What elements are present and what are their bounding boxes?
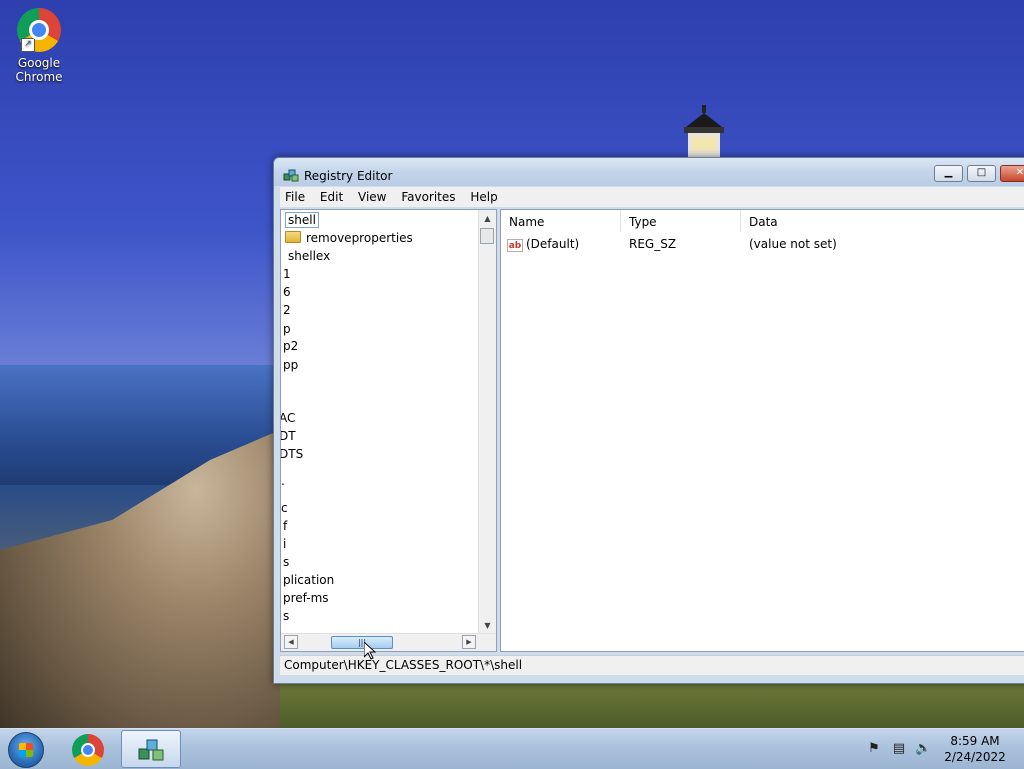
desktop-icon-label-line1: Google (17, 56, 61, 70)
tree-horizontal-scrollbar[interactable]: ◀ ||| ▶ (281, 633, 496, 651)
tree-item-shell[interactable]: shell (285, 211, 319, 229)
taskbar-chrome-icon[interactable] (72, 734, 104, 766)
tree-item[interactable]: p2 (283, 337, 298, 355)
tree-item[interactable]: 6 (283, 283, 291, 301)
menu-favorites[interactable]: Favorites (396, 187, 461, 204)
value-data: (value not set) (749, 237, 837, 251)
tree-item[interactable]: s (283, 607, 289, 625)
tree-item[interactable]: pref-ms (283, 589, 329, 607)
registry-values-pane[interactable]: Name Type Data ab (Default) REG_SZ (value… (500, 209, 1024, 652)
string-value-icon: ab (507, 239, 523, 252)
menu-view[interactable]: View (353, 187, 392, 204)
tree-item[interactable]: f (283, 517, 287, 535)
menu-help[interactable]: Help (465, 187, 503, 204)
close-icon: ✕ (1015, 167, 1024, 178)
maximize-icon: □ (976, 167, 987, 178)
maximize-button[interactable]: □ (967, 165, 996, 182)
action-center-icon[interactable]: ⚑ (866, 741, 882, 757)
scroll-left-icon[interactable]: ◀ (284, 635, 298, 649)
tree-item[interactable]: 1 (283, 265, 291, 283)
tree-vertical-scrollbar[interactable]: ▲ ▼ (478, 210, 496, 634)
network-icon[interactable]: ▤ (891, 741, 907, 757)
minimize-button[interactable]: ▁ (934, 165, 963, 182)
tree-item[interactable]: plication (283, 571, 334, 589)
taskbar: ⚑ ▤ 🔈 8:59 AM 2/24/2022 (0, 728, 1024, 769)
clock-date[interactable]: 2/24/2022 (940, 750, 1010, 764)
desktop-icon-chrome[interactable]: ↗ Google Chrome (10, 8, 68, 84)
close-button[interactable]: ✕ (1000, 165, 1024, 182)
registry-tree-pane[interactable]: shell removeproperties shellex 1 6 2 p p… (280, 209, 497, 652)
chrome-icon: ↗ (17, 8, 61, 52)
desktop-icon-label-line2: Chrome (15, 70, 63, 84)
scroll-right-icon[interactable]: ▶ (462, 635, 476, 649)
tree-item-shellex[interactable]: shellex (288, 247, 330, 265)
scroll-down-icon[interactable]: ▼ (479, 617, 496, 634)
window-title: Registry Editor (304, 169, 393, 183)
tree-item-removeproperties[interactable]: removeproperties (285, 229, 413, 247)
value-name: (Default) (526, 237, 580, 251)
vertical-scroll-thumb[interactable] (480, 228, 494, 244)
start-button[interactable] (8, 732, 44, 768)
tree-item[interactable]: c (281, 499, 288, 517)
taskbar-regedit-button[interactable] (121, 730, 181, 768)
registry-editor-window: Registry Editor ▁ □ ✕ File Edit View Fav… (273, 157, 1024, 684)
regedit-icon (138, 739, 164, 761)
status-bar-path: Computer\HKEY_CLASSES_ROOT\*\shell (280, 655, 1024, 675)
menu-edit[interactable]: Edit (315, 187, 349, 204)
regedit-icon (283, 169, 299, 182)
scroll-up-icon[interactable]: ▲ (479, 210, 496, 227)
clock-time[interactable]: 8:59 AM (945, 734, 1005, 748)
tree-item[interactable]: i (283, 535, 286, 553)
menu-bar: File Edit View Favorites Help (280, 187, 1024, 207)
horizontal-scroll-thumb[interactable]: ||| (331, 636, 393, 649)
tree-item[interactable]: DTS (281, 445, 303, 463)
volume-icon[interactable]: 🔈 (915, 741, 931, 757)
folder-icon (285, 231, 301, 243)
tree-item[interactable]: s (283, 553, 289, 571)
tree-item[interactable]: DT (281, 427, 296, 445)
column-header-data[interactable]: Data (741, 210, 1024, 232)
shortcut-arrow-icon: ↗ (21, 38, 35, 52)
mouse-cursor-icon (364, 642, 376, 660)
tree-item[interactable]: AC (281, 409, 295, 427)
tree-item[interactable]: . (281, 472, 285, 490)
wallpaper-lighthouse (684, 105, 724, 160)
value-type: REG_SZ (629, 237, 677, 251)
tree-item[interactable]: 2 (283, 301, 291, 319)
wallpaper-shore (280, 680, 1024, 730)
value-row[interactable]: ab (Default) (507, 234, 579, 254)
menu-file[interactable]: File (280, 187, 311, 204)
minimize-icon: ▁ (944, 167, 953, 178)
column-header-name[interactable]: Name (501, 210, 621, 232)
title-bar[interactable]: Registry Editor ▁ □ ✕ (274, 158, 1024, 186)
tree-item[interactable]: p (283, 320, 291, 338)
column-header-type[interactable]: Type (621, 210, 741, 232)
tree-item[interactable]: pp (283, 356, 298, 374)
